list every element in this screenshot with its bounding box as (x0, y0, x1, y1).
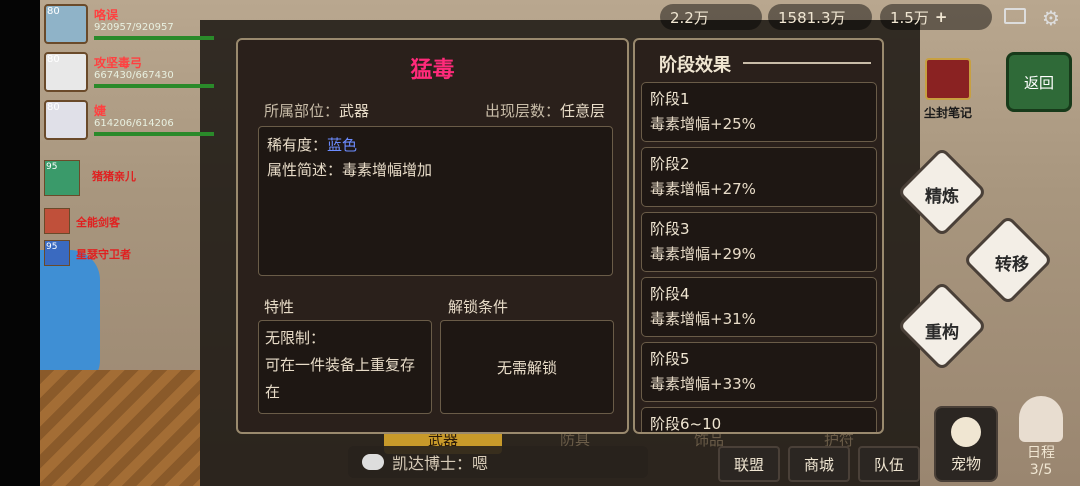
pet-button[interactable]: 宠物 (934, 406, 998, 482)
floor-info: 出现层数：任意层 (485, 100, 605, 121)
mail-icon[interactable] (1004, 8, 1026, 24)
stage-name: 阶段4 (650, 285, 690, 303)
pet-level: 95 (46, 242, 58, 252)
stage-effect: 毒素增幅+27% (650, 180, 756, 198)
alliance-button[interactable]: 联盟 (718, 446, 780, 482)
transfer-label: 转移 (995, 255, 1029, 275)
divider (743, 62, 871, 64)
stage-card: 阶段4 毒素增幅+31% (641, 277, 877, 337)
item-detail-panel: 猛毒 所属部位：武器 出现层数：任意层 稀有度：蓝色 属性简述：毒素增幅增加 特… (236, 38, 629, 434)
plus-icon[interactable]: + (935, 8, 948, 26)
rebuild-label: 重构 (925, 323, 959, 343)
stage-effects-title: 阶段效果 (659, 55, 731, 76)
rarity-label: 稀有度： (267, 136, 328, 154)
floor-value: 任意层 (559, 102, 605, 120)
pet-name: 星瑟守卫者 (76, 248, 131, 261)
schedule-label: 日程 (1027, 445, 1055, 461)
stage-card: 阶段3 毒素增幅+29% (641, 212, 877, 272)
stage-effect: 毒素增幅+29% (650, 245, 756, 263)
stage-name: 阶段2 (650, 155, 690, 173)
stage-name: 阶段5 (650, 350, 690, 368)
feature-box: 无限制： 可在一件装备上重复存在 (258, 320, 432, 414)
summary-value: 毒素增幅增加 (342, 161, 433, 179)
resource-value: 1581.3万 (778, 8, 846, 27)
book-icon (925, 58, 971, 100)
stage-effects-panel: 阶段效果 阶段1 毒素增幅+25% 阶段2 毒素增幅+27% 阶段3 毒素增幅+… (633, 38, 884, 434)
pet-level: 95 (46, 162, 58, 172)
slot-info: 所属部位：武器 (264, 100, 369, 121)
resource-counter-2: 1581.3万 (768, 4, 872, 30)
return-button[interactable]: 返回 (1006, 52, 1072, 112)
pet-entry[interactable]: 95 星瑟守卫者 (44, 240, 194, 268)
feature-line-2: 可在一件装备上重复存在 (265, 356, 416, 401)
member-name: 攻坚毒弓 (94, 56, 143, 70)
wooden-dock (40, 370, 200, 486)
member-hp: 920957/920957 (94, 22, 174, 33)
unlock-heading: 解锁条件 (448, 298, 509, 316)
pet-button-label: 宠物 (950, 455, 981, 473)
pet-entry[interactable]: 95 猪猪亲儿 (44, 160, 194, 196)
party-member[interactable]: 80 咯误 920957/920957 (44, 4, 214, 44)
hp-bar (94, 84, 214, 88)
pet-name: 全能剑客 (76, 216, 120, 229)
stage-card: 阶段5 毒素增幅+33% (641, 342, 877, 402)
member-name: 婕 (94, 104, 107, 118)
description-box: 稀有度：蓝色 属性简述：毒素增幅增加 (258, 126, 613, 276)
stage-name: 阶段1 (650, 90, 690, 108)
rarity-line: 稀有度：蓝色 (267, 133, 604, 158)
summary-label: 属性简述： (267, 161, 343, 179)
unlock-value: 无需解锁 (496, 358, 557, 377)
party-member[interactable]: 80 婕 614206/614206 (44, 100, 214, 140)
slot-label: 所属部位： (264, 102, 340, 120)
member-level: 80 (47, 102, 60, 113)
schedule-button[interactable]: 日程 3/5 (1008, 396, 1074, 484)
chat-message: 凯达博士：嗯 (392, 454, 489, 473)
refine-label: 精炼 (925, 187, 959, 207)
resource-value: 2.2万 (670, 8, 709, 27)
member-hp: 614206/614206 (94, 118, 174, 129)
pet-avatar (44, 208, 70, 234)
slot-value: 武器 (339, 102, 370, 120)
dust-record-button[interactable]: 尘封笔记 (918, 58, 978, 122)
resource-counter-3[interactable]: 1.5万 + (880, 4, 992, 30)
chat-bar[interactable]: 凯达博士：嗯 (348, 446, 648, 478)
item-title: 猛毒 (410, 58, 455, 83)
stage-name: 阶段6~10 (650, 415, 722, 433)
stage-effect: 毒素增幅+31% (650, 310, 756, 328)
avatar (1019, 396, 1063, 442)
member-name: 咯误 (94, 8, 119, 22)
member-level: 80 (47, 6, 60, 17)
stage-name: 阶段3 (650, 220, 690, 238)
stage-effect: 毒素增幅+25% (650, 115, 756, 133)
water (40, 250, 100, 390)
shop-button[interactable]: 商城 (788, 446, 850, 482)
gear-icon[interactable]: ⚙ (1042, 6, 1060, 30)
member-hp: 667430/667430 (94, 70, 174, 81)
chat-bubble-icon (362, 454, 384, 470)
dust-record-label: 尘封笔记 (923, 106, 972, 120)
unlock-box: 无需解锁 (440, 320, 614, 414)
hp-bar (94, 36, 214, 40)
floor-label: 出现层数： (484, 102, 560, 120)
rarity-value: 蓝色 (327, 136, 358, 154)
stage-card: 阶段6~10 (641, 407, 877, 433)
summary-line: 属性简述：毒素增幅增加 (267, 158, 604, 183)
team-button[interactable]: 队伍 (858, 446, 920, 482)
pet-entry[interactable]: 全能剑客 (44, 208, 194, 236)
party-member[interactable]: 80 攻坚毒弓 667430/667430 (44, 52, 214, 92)
feature-line-1: 无限制： (265, 329, 326, 347)
stage-card: 阶段2 毒素增幅+27% (641, 147, 877, 207)
paw-icon (951, 417, 981, 447)
screen-edge-left (0, 0, 40, 486)
resource-value: 1.5万 (890, 8, 929, 27)
pet-name: 猪猪亲儿 (92, 170, 136, 183)
stage-effect: 毒素增幅+33% (650, 375, 756, 393)
member-level: 80 (47, 54, 60, 65)
stage-card: 阶段1 毒素增幅+25% (641, 82, 877, 142)
hp-bar (94, 132, 214, 136)
schedule-count: 3/5 (1029, 462, 1053, 478)
feature-heading: 特性 (264, 298, 295, 316)
resource-counter-1: 2.2万 (660, 4, 762, 30)
